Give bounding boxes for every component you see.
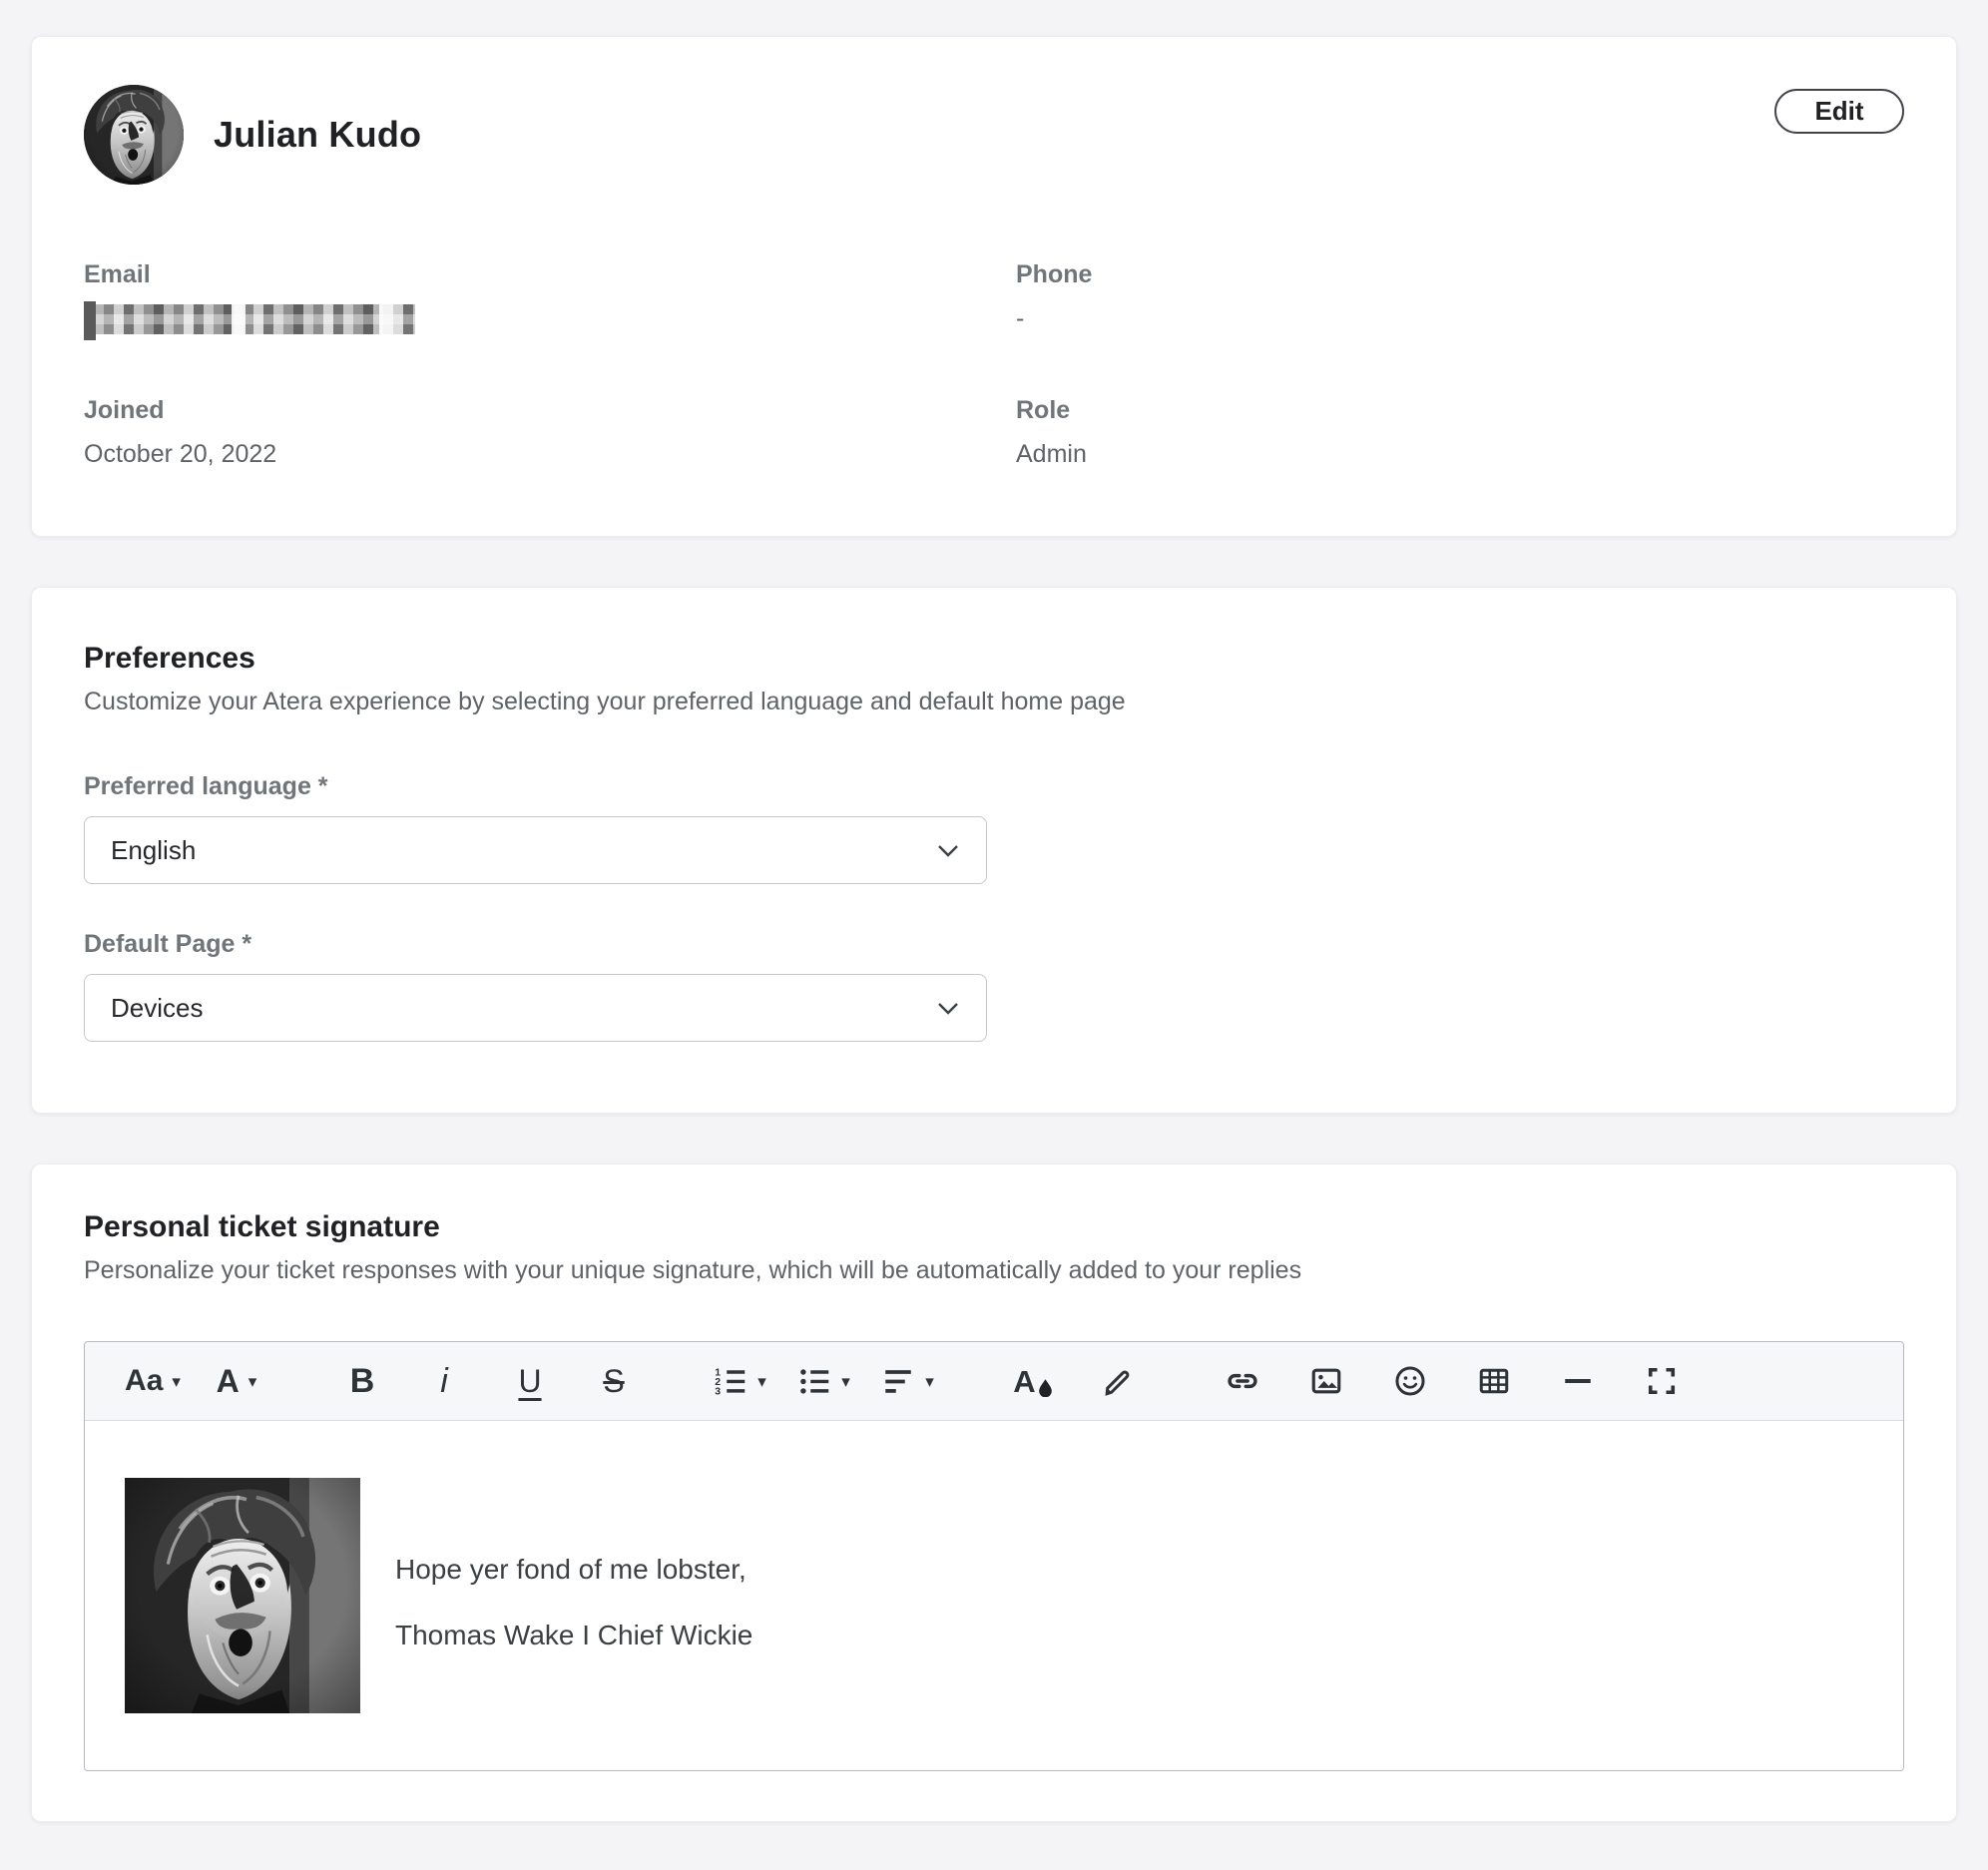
font-size-button[interactable]: Aa ▾ — [125, 1342, 181, 1420]
chevron-down-icon: ▾ — [757, 1371, 766, 1391]
signature-text: Hope yer fond of me lobster, Thomas Wake… — [395, 1523, 752, 1668]
align-left-icon — [885, 1370, 911, 1393]
chevron-down-icon — [938, 1002, 958, 1015]
bullet-list-icon — [800, 1369, 829, 1394]
text-color-icon: A — [1013, 1363, 1036, 1399]
ink-drop-icon — [1038, 1378, 1052, 1397]
preferred-language-select[interactable]: English — [84, 816, 987, 884]
bold-button[interactable]: B — [334, 1342, 390, 1420]
image-icon — [1311, 1368, 1341, 1394]
default-page-value: Devices — [111, 992, 204, 1023]
table-button[interactable] — [1466, 1342, 1522, 1420]
phone-label: Phone — [1016, 260, 1093, 288]
signature-line-2: Thomas Wake I Chief Wickie — [395, 1620, 753, 1650]
highlight-button[interactable] — [1089, 1342, 1145, 1420]
profile-header: Julian Kudo Edit — [84, 85, 1904, 185]
align-button[interactable]: ▾ — [879, 1342, 935, 1420]
preferred-language-label: Preferred language * — [84, 772, 328, 800]
field-email: Email — [84, 260, 1016, 340]
chevron-down-icon: ▾ — [172, 1371, 181, 1391]
text-color-button[interactable]: A — [1005, 1342, 1061, 1420]
field-phone: Phone - — [1016, 260, 1904, 334]
chevron-down-icon: ▾ — [841, 1371, 850, 1391]
preferences-card: Preferences Customize your Atera experie… — [31, 587, 1957, 1114]
profile-card: Julian Kudo Edit Email Phone - Joined Oc… — [31, 36, 1957, 537]
signature-photo — [125, 1478, 360, 1713]
joined-value: October 20, 2022 — [84, 440, 277, 468]
table-icon — [1479, 1368, 1509, 1394]
avatar-photo-icon — [84, 85, 184, 185]
field-joined: Joined October 20, 2022 — [84, 396, 1016, 469]
font-family-button[interactable]: A ▾ — [209, 1342, 264, 1420]
default-page-label: Default Page * — [84, 930, 252, 958]
chevron-down-icon — [938, 844, 958, 857]
chevron-down-icon: ▾ — [925, 1371, 934, 1391]
ordered-list-icon: 1 2 3 — [715, 1366, 746, 1397]
italic-button[interactable]: i — [418, 1342, 474, 1420]
underline-button[interactable]: U — [502, 1342, 558, 1420]
bullet-list-button[interactable]: ▾ — [795, 1342, 851, 1420]
account-settings-page: Julian Kudo Edit Email Phone - Joined Oc… — [0, 0, 1988, 1870]
strikethrough-icon: S — [603, 1363, 625, 1399]
signature-title: Personal ticket signature — [84, 1210, 440, 1243]
preferred-language-value: English — [111, 834, 197, 865]
bold-icon: B — [349, 1362, 375, 1400]
emoji-icon — [1395, 1366, 1425, 1396]
chevron-down-icon: ▾ — [248, 1371, 257, 1391]
ordered-list-button[interactable]: 1 2 3 ▾ — [712, 1342, 767, 1420]
edit-button[interactable]: Edit — [1774, 89, 1904, 134]
image-button[interactable] — [1298, 1342, 1354, 1420]
user-name: Julian Kudo — [214, 114, 422, 155]
phone-value: - — [1016, 304, 1025, 332]
fullscreen-icon — [1648, 1367, 1676, 1395]
default-page-select[interactable]: Devices — [84, 974, 987, 1042]
role-value: Admin — [1016, 440, 1087, 468]
preferences-title: Preferences — [84, 642, 255, 675]
avatar — [84, 85, 184, 185]
portrait-photo-icon — [125, 1478, 360, 1713]
role-label: Role — [1016, 396, 1071, 424]
field-role: Role Admin — [1016, 396, 1904, 469]
font-family-icon: A — [216, 1363, 240, 1399]
profile-fields: Email Phone - Joined October 20, 2022 Ro… — [84, 260, 1904, 469]
preferences-description: Customize your Atera experience by selec… — [84, 688, 1126, 715]
highlighter-icon — [1105, 1370, 1130, 1396]
font-size-icon: Aa — [125, 1364, 164, 1397]
signature-line-1: Hope yer fond of me lobster, — [395, 1554, 746, 1585]
italic-icon: i — [440, 1362, 448, 1400]
signature-editor: Aa ▾ A ▾ B i U S 1 2 3 ▾ ▾ ▾ A Hope yer … — [84, 1341, 1904, 1771]
joined-label: Joined — [84, 396, 165, 424]
horizontal-rule-button[interactable] — [1550, 1342, 1606, 1420]
underline-icon: U — [518, 1363, 542, 1399]
svg-text:3: 3 — [715, 1385, 721, 1397]
editor-toolbar: Aa ▾ A ▾ B i U S 1 2 3 ▾ ▾ ▾ A — [85, 1342, 1903, 1421]
signature-description: Personalize your ticket responses with y… — [84, 1256, 1302, 1284]
link-icon — [1228, 1373, 1257, 1389]
redacted-email-value — [84, 301, 415, 340]
signature-card: Personal ticket signature Personalize yo… — [31, 1164, 1957, 1822]
emoji-button[interactable] — [1382, 1342, 1438, 1420]
email-label: Email — [84, 260, 151, 288]
horizontal-rule-icon — [1565, 1378, 1591, 1384]
link-button[interactable] — [1215, 1342, 1270, 1420]
editor-content[interactable]: Hope yer fond of me lobster, Thomas Wake… — [85, 1421, 1903, 1770]
fullscreen-button[interactable] — [1634, 1342, 1690, 1420]
strikethrough-button[interactable]: S — [586, 1342, 642, 1420]
